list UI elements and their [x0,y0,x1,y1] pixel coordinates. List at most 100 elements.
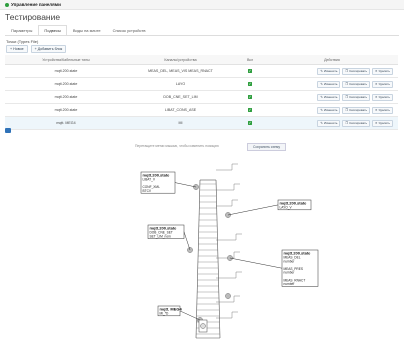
collapse-toggle-button[interactable] [5,128,11,133]
table-row[interactable]: mqtt. MEG4 MI ✓ ✎ Изменить ❐ Скопировать ✕ Удали… [5,116,398,130]
delete-button[interactable]: ✕ Удалить [372,119,393,127]
enabled-checkbox[interactable]: ✓ [248,82,252,86]
label-connector-line [179,310,201,321]
device-label-box[interactable]: mqtt. MEG4MI_*D [157,305,182,317]
mast-bracket [216,163,238,171]
enabled-cell: ✓ [234,64,266,78]
enabled-checkbox[interactable]: ✓ [248,69,252,73]
tab-mast-views[interactable]: Виды на мачте [67,25,107,35]
enabled-checkbox[interactable]: ✓ [248,108,252,112]
device-label-box[interactable]: mqtt.200.stateLIBAT_VCONF_XMLBTCV [140,171,176,194]
edit-label: Изменить [323,108,338,112]
plus-icon: + [10,47,13,51]
channels-cell: LIBAT_CONS_ASE [127,103,234,117]
channels-cell: LAYO [127,77,234,91]
copy-label: Скопировать [349,108,368,112]
channels-cell: DOB_CNE_SET_LIM [127,90,234,104]
device-cell: mqtt.200.state [5,90,127,104]
section-label: Точки (Types File) [6,39,39,44]
device-label-box[interactable]: mqtt.200.stateLAYO_V [277,199,312,211]
label-connector-line [174,182,197,188]
pencil-icon: ✎ [320,108,323,112]
base-cabinet-dial-icon [200,323,206,329]
enabled-checkbox[interactable]: ✓ [248,121,252,125]
mast-bracket [216,233,242,241]
copy-button[interactable]: ❐ Скопировать [342,119,371,127]
col-header-channels[interactable]: Каналы/устройства [127,55,234,65]
edit-button[interactable]: ✎ Изменить [317,106,341,114]
actions-cell: ✎ Изменить ❐ Скопировать ✕ Удалить [266,90,398,104]
channels-cell: MI [127,116,234,130]
enabled-cell: ✓ [234,90,266,104]
pencil-icon: ✎ [320,69,323,73]
breadcrumb[interactable]: Управление панелями [11,2,61,7]
table-row[interactable]: mqtt.200.state DOB_CNE_SET_LIM ✓ ✎ Изменить ❐… [5,90,398,104]
edit-button[interactable]: ✎ Изменить [317,93,341,101]
copy-icon: ❐ [345,121,349,125]
table-row[interactable]: mqtt.200.state MEAS_DEL, MEAS_VIS MEAS_RN… [5,64,398,78]
mast-bracket [216,271,242,279]
label-connector-line [227,204,279,216]
tab-parameters[interactable]: Параметры [5,25,38,35]
mast-rungs [196,183,220,335]
label-connector-line [183,231,191,251]
edit-button[interactable]: ✎ Изменить [317,119,341,127]
trash-icon: ✕ [375,95,378,99]
delete-button[interactable]: ✕ Удалить [372,106,393,114]
delete-button[interactable]: ✕ Удалить [372,80,393,88]
trash-icon: ✕ [375,69,378,73]
top-bar: Управление панелями [0,0,404,10]
edit-button[interactable]: ✎ Изменить [317,80,341,88]
trash-icon: ✕ [375,82,378,86]
device-label-channel: LAYO_V [280,206,293,210]
copy-button[interactable]: ❐ Скопировать [342,93,371,101]
device-label-box[interactable]: mqtt.200.stateDOB_CNE_SETSET_LIM_nom [147,224,185,239]
copy-button[interactable]: ❐ Скопировать [342,67,371,75]
mast-diagram: mqtt.200.stateLIBAT_VCONF_XMLBTCV mqtt.20… [140,163,319,339]
copy-button[interactable]: ❐ Скопировать [342,106,371,114]
copy-icon: ❐ [345,82,349,86]
table-row[interactable]: mqtt.200.state LAYO ✓ ✎ Изменить ❐ Скопировать… [5,77,398,91]
tab-mounts[interactable]: Подвесы [38,25,67,35]
edit-label: Изменить [323,121,338,125]
col-header-device[interactable]: Устройства/Кабельные типы [5,55,127,65]
copy-label: Скопировать [349,121,368,125]
device-label-channel: number [284,259,296,263]
devices-table: Устройства/Кабельные типы Каналы/устройс… [5,55,398,130]
enabled-cell: ✓ [234,116,266,130]
delete-button[interactable]: ✕ Удалить [372,93,393,101]
copy-label: Скопировать [349,69,368,73]
add-group-button[interactable]: + Добавить блок [30,45,67,53]
drag-hint: Перетащите метки мышью, чтобы изменить п… [135,144,219,148]
trash-icon: ✕ [375,121,378,125]
page-title: Тестирование [5,12,61,22]
new-button[interactable]: + Новое [6,45,28,53]
device-cell: mqtt.200.state [5,64,127,78]
device-label-channel: MI_*D [160,312,170,316]
copy-label: Скопировать [349,82,368,86]
mast-structure [195,179,221,339]
edit-label: Изменить [323,82,338,86]
trash-icon: ✕ [375,108,378,112]
device-cell: mqtt. MEG4 [5,116,127,130]
enabled-checkbox[interactable]: ✓ [248,95,252,99]
actions-cell: ✎ Изменить ❐ Скопировать ✕ Удалить [266,103,398,117]
table-row[interactable]: mqtt.200.state LIBAT_CONS_ASE ✓ ✎ Изменить ❐ С… [5,103,398,117]
copy-icon: ❐ [345,69,349,73]
label-connector-line [229,257,283,269]
delete-label: Удалить [378,95,390,99]
delete-label: Удалить [378,121,390,125]
pencil-icon: ✎ [320,82,323,86]
sensor-node-icon[interactable] [225,293,231,299]
col-header-actions: Действия [266,55,398,65]
delete-button[interactable]: ✕ Удалить [372,67,393,75]
tab-bar: Параметры Подвесы Виды на мачте Список у… [5,25,399,36]
edit-button[interactable]: ✎ Изменить [317,67,341,75]
device-label-channel: number [284,282,296,286]
tab-device-list[interactable]: Список устройств [107,25,152,35]
col-header-enabled[interactable]: Вкл [234,55,266,65]
device-label-channel: SET_LIM_nom [150,234,172,238]
device-label-box[interactable]: mqtt.200.stateMEAS_DELnumberMEAS_PRESnum… [281,249,319,287]
device-label-channel: BTCV [143,189,152,193]
copy-button[interactable]: ❐ Скопировать [342,80,371,88]
